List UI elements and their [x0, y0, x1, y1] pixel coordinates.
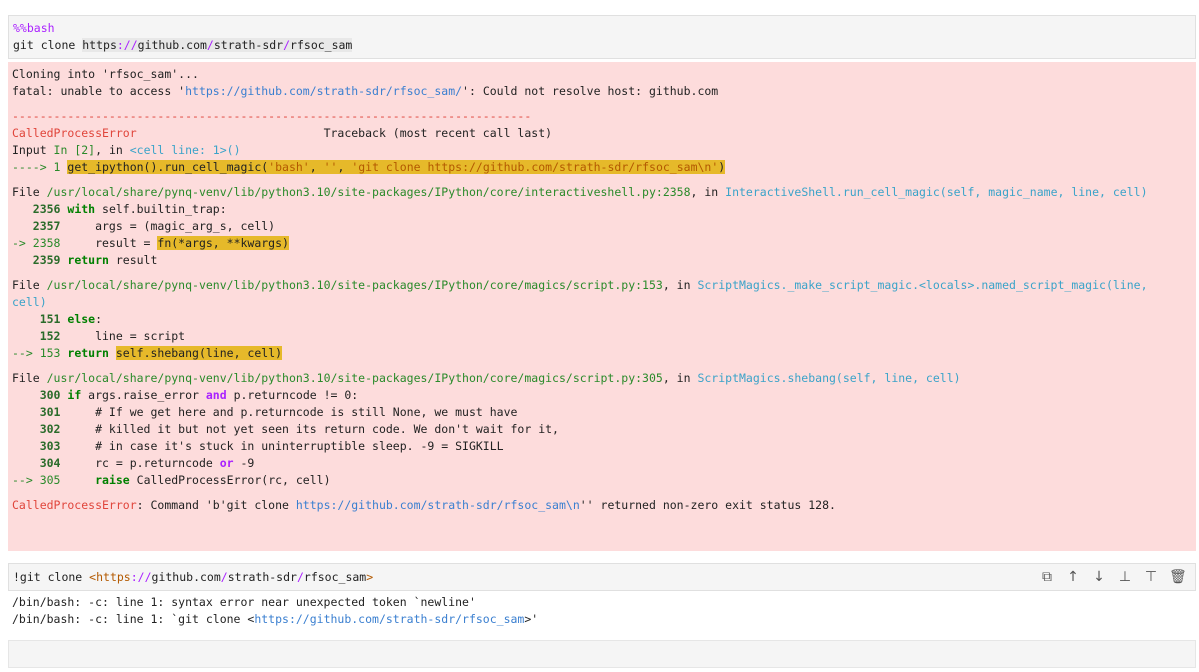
clone-url: https://github.com/strath-sdr/rfsoc_sam: [82, 38, 353, 52]
code-line: !git clone <https://github.com/strath-sd…: [13, 570, 374, 584]
move-down-icon[interactable]: ↓: [1091, 568, 1107, 586]
link[interactable]: https://github.com/strath-sdr/rfsoc_sam/: [185, 84, 462, 98]
shell-output: /bin/bash: -c: line 1: syntax error near…: [12, 594, 1192, 628]
traceback-line: --> 305 raise CalledProcessError(rc, cel…: [12, 473, 331, 487]
traceback-file: File /usr/local/share/pynq-venv/lib/pyth…: [12, 278, 1148, 292]
copy-icon[interactable]: ⧉: [1039, 568, 1055, 586]
traceback-line: 304 rc = p.returncode or -9: [12, 456, 255, 470]
code-cell-shell[interactable]: !git clone <https://github.com/strath-sd…: [8, 563, 1196, 591]
code-line: git clone https://github.com/strath-sdr/…: [13, 37, 1191, 54]
traceback-line: ----> 1 get_ipython().run_cell_magic('ba…: [12, 160, 726, 174]
stderr-line: /bin/bash: -c: line 1: `git clone <https…: [12, 612, 539, 626]
cell-magic: %%bash: [13, 21, 55, 35]
stderr-line: /bin/bash: -c: line 1: syntax error near…: [12, 595, 476, 609]
code-line: %%bash: [13, 20, 1191, 37]
traceback-line: 2357 args = (magic_arg_s, cell): [12, 219, 276, 233]
code-cell-bash[interactable]: %%bash git clone https://github.com/stra…: [8, 15, 1196, 59]
traceback-file: File /usr/local/share/pynq-venv/lib/pyth…: [12, 371, 961, 385]
traceback-line: 300 if args.raise_error and p.returncode…: [12, 388, 359, 402]
traceback-line: 301 # If we get here and p.returncode is…: [12, 405, 518, 419]
link[interactable]: https://github.com/strath-sdr/rfsoc_sam: [254, 612, 524, 626]
error-output: Cloning into 'rfsoc_sam'... fatal: unabl…: [8, 62, 1196, 551]
traceback-line: --> 153 return self.shebang(line, cell): [12, 346, 283, 360]
move-up-icon[interactable]: ↑: [1065, 568, 1081, 586]
traceback-line: 151 else:: [12, 312, 103, 326]
traceback-line: 302 # killed it but not yet seen its ret…: [12, 422, 559, 436]
empty-code-cell[interactable]: [8, 640, 1196, 668]
delete-icon[interactable]: 🗑: [1169, 568, 1187, 586]
insert-above-icon[interactable]: ⊥: [1117, 568, 1133, 586]
traceback-header: CalledProcessError Traceback (most recen…: [12, 126, 553, 140]
traceback-line: 2359 return result: [12, 253, 158, 267]
traceback-file: File /usr/local/share/pynq-venv/lib/pyth…: [12, 185, 1148, 199]
stderr-line: Cloning into 'rfsoc_sam'...: [12, 67, 199, 81]
traceback-line: 2356 with self.builtin_trap:: [12, 202, 227, 216]
traceback-line: 303 # in case it's stuck in uninterrupti…: [12, 439, 504, 453]
separator: ----------------------------------------…: [12, 109, 532, 123]
error-message: CalledProcessError: Command 'b'git clone…: [12, 498, 836, 512]
insert-below-icon[interactable]: ⊤: [1143, 568, 1159, 586]
cell-toolbar: ⧉ ↑ ↓ ⊥ ⊤ 🗑: [1039, 568, 1187, 586]
traceback-file-cont: cell): [12, 295, 47, 309]
traceback-input: Input In [2], in <cell line: 1>(): [12, 143, 241, 157]
code-text: git clone: [13, 38, 83, 52]
traceback-line: 152 line = script: [12, 329, 186, 343]
traceback-line: -> 2358 result = fn(*args, **kwargs): [12, 236, 289, 250]
link[interactable]: https://github.com/strath-sdr/rfsoc_sam\…: [296, 498, 580, 512]
stderr-line: fatal: unable to access 'https://github.…: [12, 84, 719, 98]
